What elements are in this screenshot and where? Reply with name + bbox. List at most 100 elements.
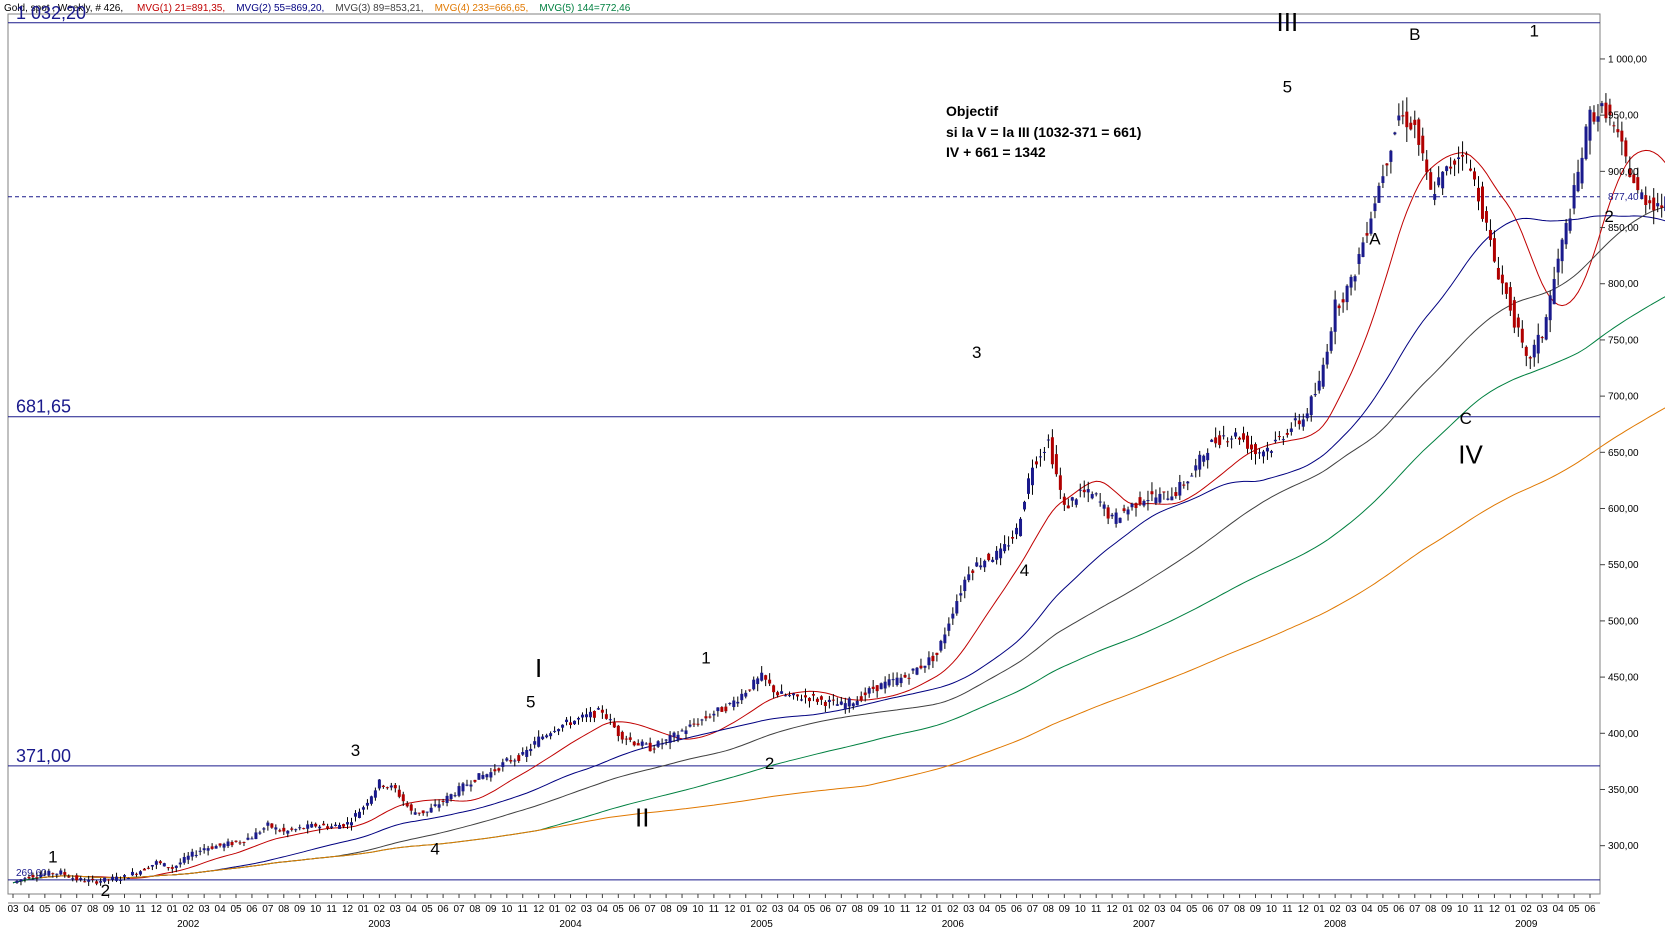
candle-body <box>1393 132 1397 135</box>
candle-body <box>119 879 123 881</box>
candle-body <box>111 876 115 880</box>
candle-body <box>166 867 170 869</box>
x-month-label: 03 <box>7 904 19 915</box>
candle-body <box>134 873 138 875</box>
candle <box>939 639 943 653</box>
candle-body <box>1445 166 1449 172</box>
candle-body <box>1234 432 1238 437</box>
wave-label: 2 <box>765 754 774 773</box>
candle-body <box>680 730 684 732</box>
x-month-label: 04 <box>1553 904 1565 915</box>
candle-body <box>827 699 831 703</box>
candle-body <box>326 826 330 829</box>
candle-body <box>1572 185 1576 209</box>
candle-body <box>792 693 796 696</box>
candle-body <box>1433 194 1437 200</box>
candle-body <box>811 694 815 696</box>
candle-body <box>1146 500 1150 502</box>
x-month-label: 02 <box>1138 904 1150 915</box>
candle-body <box>1222 435 1226 437</box>
candle-body <box>194 854 198 856</box>
candle-body <box>1269 451 1273 453</box>
candle-body <box>1353 276 1357 282</box>
x-month-label: 01 <box>549 904 561 915</box>
candle-body <box>1214 437 1218 444</box>
candle-body <box>1532 344 1536 358</box>
candle-body <box>1114 512 1118 524</box>
chart-background <box>0 0 1665 936</box>
candle-body <box>266 822 270 826</box>
candle-body <box>1345 285 1349 303</box>
candle-body <box>1337 305 1341 309</box>
candle-body <box>871 686 875 689</box>
candle-body <box>198 850 202 852</box>
candle-body <box>1552 279 1556 305</box>
x-month-label: 11 <box>326 904 337 915</box>
candle-body <box>158 861 162 864</box>
header-indicator-5: MVG(5) 144=772,46 <box>539 3 630 14</box>
candle-body <box>620 731 624 740</box>
candle-body <box>1620 130 1624 142</box>
candle-body <box>1556 258 1560 273</box>
candle-body <box>1588 109 1592 141</box>
candle-body <box>688 724 692 727</box>
candle-body <box>1194 465 1198 471</box>
candle-body <box>433 804 437 806</box>
candle-body <box>1357 254 1361 264</box>
candle-body <box>130 871 134 876</box>
candle-body <box>1190 475 1194 477</box>
candle-body <box>1062 496 1066 505</box>
candle-body <box>1297 420 1301 425</box>
candle-body <box>513 760 517 762</box>
candle-body <box>218 843 222 846</box>
candle <box>1118 517 1122 524</box>
candle-body <box>290 828 294 830</box>
candle-body <box>1026 478 1030 494</box>
header-indicator-3: MVG(3) 89=853,21, <box>335 3 423 14</box>
candle-body <box>1624 140 1628 157</box>
candle-body <box>656 741 660 747</box>
candle-body <box>154 861 158 865</box>
candle-body <box>1273 439 1277 442</box>
candle-body <box>1046 439 1050 441</box>
candle-body <box>202 848 206 851</box>
y-tick-label: 900,00 <box>1608 167 1639 178</box>
candle-body <box>1421 135 1425 154</box>
x-month-label: 12 <box>342 904 354 915</box>
x-month-label: 09 <box>868 904 880 915</box>
x-month-label: 10 <box>119 904 131 915</box>
candle-body <box>525 749 529 757</box>
objectif-line-2: IV + 661 = 1342 <box>946 144 1046 160</box>
candle-body <box>1242 433 1246 440</box>
candle <box>1544 314 1548 341</box>
x-month-label: 01 <box>1122 904 1134 915</box>
candle <box>1584 124 1588 161</box>
x-month-label: 10 <box>310 904 322 915</box>
candle-body <box>987 553 991 561</box>
candle-body <box>1066 505 1070 509</box>
candle-body <box>712 713 716 716</box>
candle-body <box>963 579 967 592</box>
candle-body <box>1106 507 1110 519</box>
candle-body <box>1110 514 1114 517</box>
candle-body <box>815 698 819 702</box>
candle-body <box>206 848 210 851</box>
candle-body <box>1540 337 1544 339</box>
candle-body <box>1086 489 1090 493</box>
candle-body <box>636 743 640 746</box>
x-month-label: 05 <box>39 904 51 915</box>
x-month-label: 09 <box>485 904 497 915</box>
candle-body <box>584 714 588 718</box>
candle-body <box>318 826 322 829</box>
candle-body <box>43 873 47 875</box>
x-year-label: 2004 <box>559 919 582 930</box>
candle-body <box>819 696 823 700</box>
candle-body <box>150 864 154 867</box>
candle-body <box>445 795 449 804</box>
x-year-label: 2008 <box>1324 919 1347 930</box>
x-month-label: 04 <box>788 904 800 915</box>
candle-body <box>1126 509 1130 515</box>
candle-body <box>612 722 616 728</box>
candle-body <box>349 822 353 826</box>
x-month-label: 03 <box>581 904 593 915</box>
